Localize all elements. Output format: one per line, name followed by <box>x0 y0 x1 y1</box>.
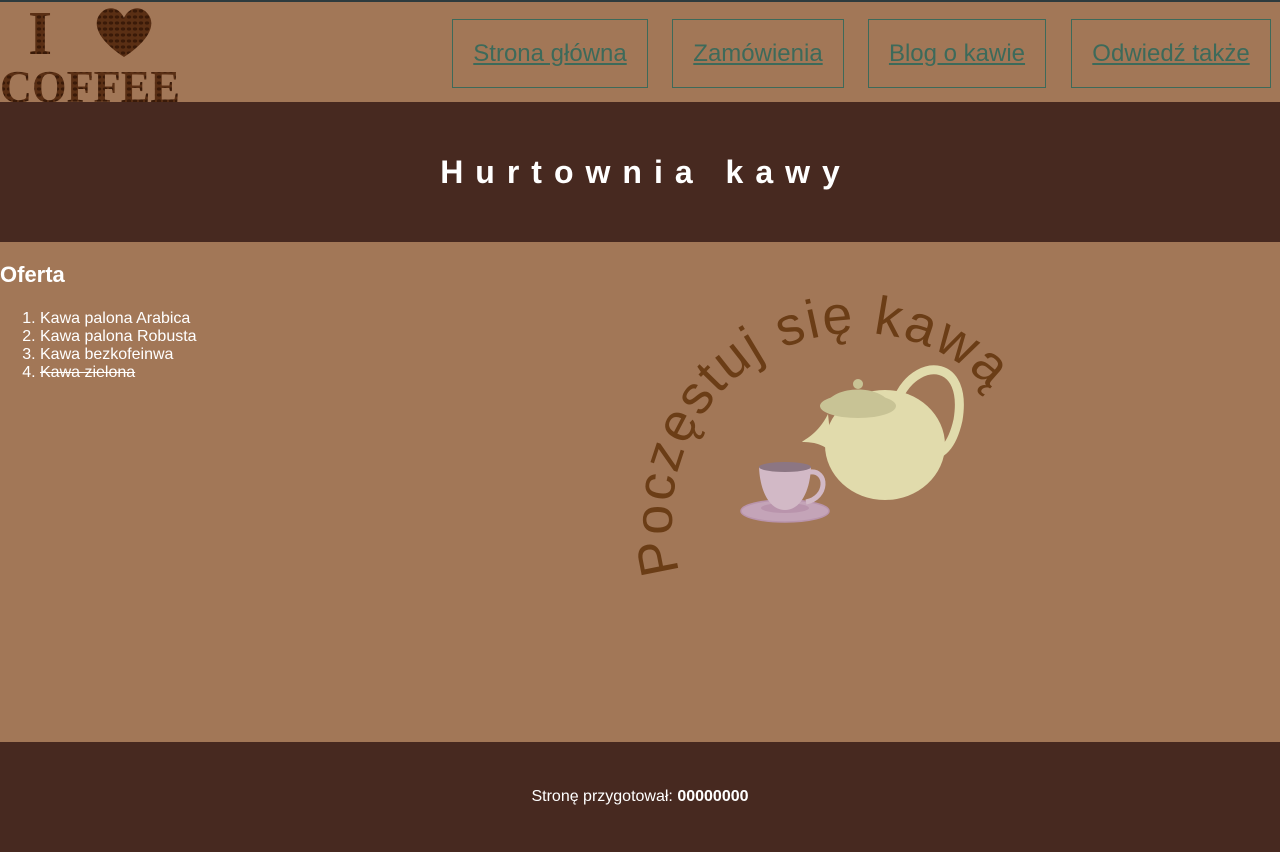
main-content: Oferta Kawa palona Arabica Kawa palona R… <box>0 242 1280 742</box>
offer-item-robusta: Kawa palona Robusta <box>40 328 197 346</box>
header-bar: I COFFEE Strona główna Zamówienia Blog o… <box>0 0 1280 104</box>
nav-link-orders[interactable]: Zamówienia <box>672 19 844 88</box>
footer-prefix: Stronę przygotował: <box>531 788 673 805</box>
teapot-icon <box>802 365 964 500</box>
logo-word-coffee: COFFEE <box>0 61 180 104</box>
i-love-coffee-logo: I COFFEE <box>0 2 180 104</box>
offer-item-green: Kawa zielona <box>40 364 197 382</box>
page-title: Hurtownia kawy <box>440 153 852 190</box>
offer-heading: Oferta <box>0 262 65 287</box>
title-banner: Hurtownia kawy <box>0 102 1280 242</box>
heart-icon <box>96 8 152 58</box>
offer-item-decaf: Kawa bezkofeinwa <box>40 346 197 364</box>
footer: Stronę przygotował: 00000000 <box>0 742 1280 852</box>
nav-link-coffee-blog[interactable]: Blog o kawie <box>868 19 1046 88</box>
offer-item-arabica: Kawa palona Arabica <box>40 310 197 328</box>
logo-letter-i: I <box>28 2 52 68</box>
nav-link-home[interactable]: Strona główna <box>452 19 648 88</box>
footer-author: 00000000 <box>677 788 749 805</box>
offer-list: Kawa palona Arabica Kawa palona Robusta … <box>0 310 197 382</box>
nav-link-visit-also[interactable]: Odwiedź także <box>1071 19 1271 88</box>
teacup-icon <box>740 462 830 523</box>
coffee-illustration: Poczęstuj się kawą <box>624 284 1021 581</box>
